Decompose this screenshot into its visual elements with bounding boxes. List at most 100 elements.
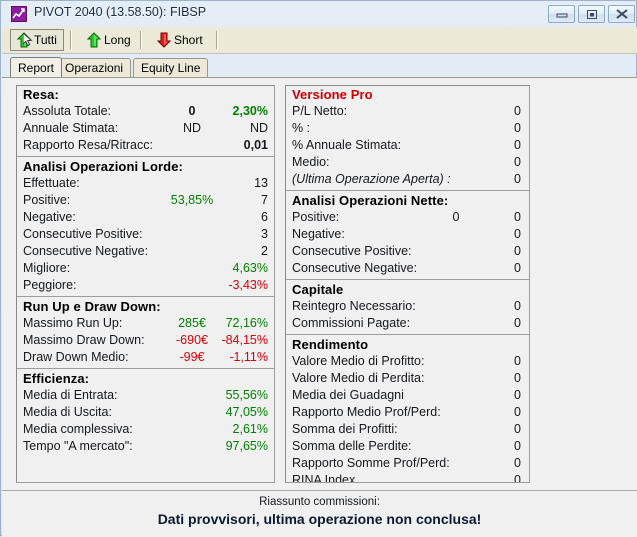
report-row: Effettuate: 13 <box>17 175 274 192</box>
row-label: % Annuale Stimata: <box>292 138 402 152</box>
report-row: Media di Uscita: 47,05% <box>17 404 274 421</box>
row-value-end: 0 <box>514 104 521 118</box>
report-row: Tempo "A mercato": 97,65% <box>17 438 274 455</box>
close-button[interactable] <box>608 5 635 23</box>
report-section: Analisi Operazioni Nette: Positive: 0 0 Nega… <box>286 192 529 277</box>
report-section: Analisi Operazioni Lorde: Effettuate: 13 Po… <box>17 158 274 294</box>
row-label: Negative: <box>23 210 76 224</box>
row-value-end: 0 <box>514 473 521 483</box>
row-value-end: 4,63% <box>232 261 268 275</box>
row-value-end: 0 <box>514 299 521 313</box>
row-value-end: 0 <box>514 261 521 275</box>
row-value-end: 97,65% <box>225 439 268 453</box>
tab-operazioni-label: Operazioni <box>65 61 124 75</box>
report-row: Somma dei Profitti: 0 <box>286 421 529 438</box>
row-value-end: -84,15% <box>221 333 268 347</box>
row-value-end: 7 <box>261 193 268 207</box>
report-row: Massimo Run Up: 285€ 72,16% <box>17 315 274 332</box>
close-icon <box>615 9 628 19</box>
title-bar[interactable]: PIVOT 2040 (13.58.50): FIBSP <box>1 1 637 27</box>
row-label: Positive: <box>292 210 340 224</box>
toolbar-button-short-label: Short <box>174 33 203 47</box>
section-divider <box>286 334 529 335</box>
report-section: Efficienza: Media di Entrata: 55,56% Media … <box>17 370 274 455</box>
report-row: Annuale Stimata: ND ND <box>17 120 274 137</box>
report-row: Rapporto Medio Prof/Perd: 0 <box>286 404 529 421</box>
report-row: Valore Medio di Profitto: 0 <box>286 353 529 370</box>
app-icon <box>11 6 27 22</box>
row-value-end: 0 <box>514 422 521 436</box>
row-label: Somma delle Perdite: <box>292 439 412 453</box>
report-section: Rendimento Valore Medio di Profitto: 0 Valo… <box>286 336 529 483</box>
toolbar: Tutti Long Short <box>2 27 637 54</box>
section-header: Run Up e Draw Down: <box>23 299 161 314</box>
report-section: Resa: Assoluta Totale: 0 2,30% Annuale Stima… <box>17 86 274 154</box>
row-value-end: 0 <box>514 244 521 258</box>
row-label: Positive: <box>23 193 71 207</box>
gross-report-panel: Resa: Assoluta Totale: 0 2,30% Annuale Stima… <box>16 85 275 483</box>
report-row: Negative: 6 <box>17 209 274 226</box>
row-label: Peggiore: <box>23 278 77 292</box>
red-down-arrow-icon <box>156 32 172 48</box>
row-label: Consecutive Positive: <box>292 244 412 258</box>
tab-operazioni[interactable]: Operazioni <box>57 58 132 77</box>
row-label: Media dei Guadagni <box>292 388 404 402</box>
row-label: Media di Entrata: <box>23 388 118 402</box>
toolbar-button-long[interactable]: Long <box>80 29 138 51</box>
report-row: % Annuale Stimata: 0 <box>286 137 529 154</box>
row-label: Medio: <box>292 155 330 169</box>
row-value-end: 72,16% <box>225 316 268 330</box>
toolbar-button-short[interactable]: Short <box>150 29 210 51</box>
row-value-end: 0 <box>514 138 521 152</box>
row-label: Effettuate: <box>23 176 80 190</box>
report-row: Positive: 0 0 <box>286 209 529 226</box>
report-row: Negative: 0 <box>286 226 529 243</box>
row-label: Rapporto Medio Prof/Perd: <box>292 405 441 419</box>
report-row: % : 0 <box>286 120 529 137</box>
application-window: PIVOT 2040 (13.58.50): FIBSP Tutti Long … <box>0 0 637 537</box>
report-row: Commissioni Pagate: 0 <box>286 315 529 332</box>
report-row: Peggiore: -3,43% <box>17 277 274 294</box>
report-section: Capitale Reintegro Necessario: 0 Commission… <box>286 281 529 332</box>
restore-icon <box>586 10 597 19</box>
green-up-arrow-icon <box>86 32 102 48</box>
minimize-button[interactable] <box>548 5 575 23</box>
section-header: Analisi Operazioni Nette: <box>292 193 449 208</box>
report-row: Somma delle Perdite: 0 <box>286 438 529 455</box>
tab-report[interactable]: Report <box>10 57 63 77</box>
row-value-end: -3,43% <box>228 278 268 292</box>
row-value-end: 0 <box>514 172 521 186</box>
report-row: Consecutive Negative: 0 <box>286 260 529 277</box>
report-row: Migliore: 4,63% <box>17 260 274 277</box>
tab-equity-line[interactable]: Equity Line <box>133 58 209 77</box>
report-row: Consecutive Negative: 2 <box>17 243 274 260</box>
section-header: Versione Pro <box>292 87 373 102</box>
row-label: (Ultima Operazione Aperta) : <box>292 172 451 186</box>
row-label: RINA Index <box>292 473 356 483</box>
row-value-end: 3 <box>261 227 268 241</box>
restore-button[interactable] <box>578 5 605 23</box>
row-label: Massimo Run Up: <box>23 316 123 330</box>
row-label: Negative: <box>292 227 345 241</box>
report-row: (Ultima Operazione Aperta) : 0 <box>286 171 529 188</box>
pro-report-panel: Versione Pro P/L Netto: 0% :0% Annuale Sti… <box>285 85 530 483</box>
row-label: Reintegro Necessario: <box>292 299 416 313</box>
report-page: Resa: Assoluta Totale: 0 2,30% Annuale Stima… <box>2 77 637 491</box>
section-header: Efficienza: <box>23 371 90 386</box>
row-value-end: ND <box>249 121 268 135</box>
row-value-end: 0 <box>514 354 521 368</box>
row-value-end: 0 <box>514 210 521 224</box>
report-row: Massimo Draw Down: -690€ -84,15% <box>17 332 274 349</box>
toolbar-separator-2 <box>140 31 142 49</box>
section-header: Analisi Operazioni Lorde: <box>23 159 183 174</box>
report-row: Assoluta Totale: 0 2,30% <box>17 103 274 120</box>
toolbar-button-tutti[interactable]: Tutti <box>10 29 64 51</box>
report-row: Rapporto Resa/Ritracc: 0,01 <box>17 137 274 154</box>
row-label: Migliore: <box>23 261 71 275</box>
minimize-icon <box>556 13 567 18</box>
row-value-end: 0,01 <box>243 138 268 152</box>
green-up-arrow-icon <box>16 31 33 48</box>
report-row: Reintegro Necessario: 0 <box>286 298 529 315</box>
row-value-end: 55,56% <box>225 388 268 402</box>
row-label: P/L Netto: <box>292 104 348 118</box>
